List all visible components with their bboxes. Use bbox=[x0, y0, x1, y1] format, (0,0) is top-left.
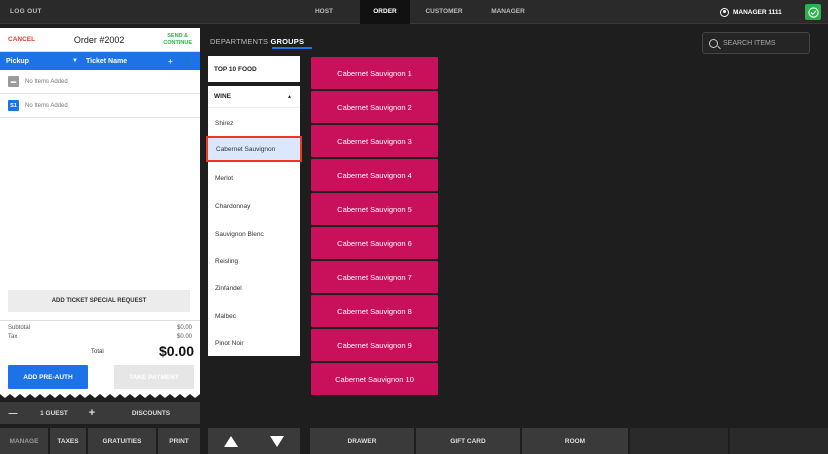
taxes-button[interactable]: TAXES bbox=[50, 428, 86, 454]
gratuities-button[interactable]: GRATUITIES bbox=[88, 428, 156, 454]
arrow-up-icon bbox=[224, 435, 238, 447]
arrow-down-icon bbox=[270, 435, 284, 447]
logout-button[interactable]: LOG OUT bbox=[10, 8, 42, 15]
seat-row[interactable]: ▬ No Items Added bbox=[0, 70, 200, 94]
add-guest-button[interactable]: + bbox=[82, 402, 102, 424]
remove-guest-button[interactable]: — bbox=[0, 402, 26, 424]
plus-icon[interactable]: + bbox=[168, 57, 173, 66]
seat-badge: S1 bbox=[8, 100, 19, 111]
scroll-down-button[interactable] bbox=[254, 428, 300, 454]
seat-status: No Items Added bbox=[25, 78, 68, 85]
wine-item[interactable]: Malbec bbox=[208, 303, 300, 329]
add-user-icon[interactable]: 👤 bbox=[182, 57, 192, 66]
user-name: MANAGER 1111 bbox=[733, 9, 782, 16]
product-button[interactable]: Cabernet Sauvignon 4 bbox=[311, 159, 438, 191]
seat-row[interactable]: S1 No Items Added bbox=[0, 94, 200, 118]
search-placeholder: SEARCH ITEMS bbox=[723, 39, 776, 47]
scroll-up-button[interactable] bbox=[208, 428, 254, 454]
product-button[interactable]: Cabernet Sauvignon 9 bbox=[311, 329, 438, 361]
seat-status: No Items Added bbox=[25, 102, 68, 109]
receipt-edge bbox=[0, 392, 200, 398]
search-field[interactable]: SEARCH ITEMS bbox=[702, 32, 810, 54]
shared-seat-icon: ▬ bbox=[8, 76, 19, 87]
product-button[interactable]: Cabernet Sauvignon 3 bbox=[311, 125, 438, 157]
drawer-button[interactable]: DRAWER bbox=[310, 428, 414, 454]
print-button[interactable]: PRINT bbox=[158, 428, 200, 454]
continue-label: CONTINUE bbox=[163, 39, 192, 46]
check-circle-icon bbox=[807, 6, 819, 18]
order-type-select[interactable]: Pickup bbox=[6, 58, 29, 65]
wine-item-selected[interactable]: Cabernet Sauvignon bbox=[206, 136, 302, 162]
search-icon bbox=[709, 38, 718, 48]
wine-item[interactable]: Sauvignon Blenc bbox=[208, 221, 300, 247]
top-bar: LOG OUT HOST ORDER CUSTOMER MANAGER MANA… bbox=[0, 0, 828, 24]
tab-manager[interactable]: MANAGER bbox=[480, 0, 536, 24]
group-top10[interactable]: TOP 10 FOOD bbox=[208, 56, 300, 82]
take-payment-button[interactable]: TAKE PAYMENT bbox=[114, 365, 194, 389]
product-button[interactable]: Cabernet Sauvignon 10 bbox=[311, 363, 438, 395]
group-wine-label: WINE bbox=[214, 93, 231, 100]
wine-item[interactable]: Pinot Noir bbox=[208, 330, 300, 356]
chevron-down-icon[interactable]: ▼ bbox=[72, 58, 78, 64]
chevron-up-icon: ▲ bbox=[287, 93, 292, 100]
wine-item[interactable]: Merlot bbox=[208, 165, 300, 191]
tab-order[interactable]: ORDER bbox=[360, 0, 410, 24]
product-button[interactable]: Cabernet Sauvignon 5 bbox=[311, 193, 438, 225]
manage-button[interactable]: MANAGE bbox=[0, 428, 48, 454]
subtotal-label: Subtotal bbox=[8, 325, 31, 331]
ticket-header: CANCEL Order #2002 SEND & CONTINUE bbox=[0, 28, 200, 52]
product-button[interactable]: Cabernet Sauvignon 2 bbox=[311, 91, 438, 123]
cancel-button[interactable]: CANCEL bbox=[8, 36, 35, 43]
wine-item[interactable]: Reisling bbox=[208, 248, 300, 274]
order-number: Order #2002 bbox=[73, 34, 125, 45]
ticket-panel: CANCEL Order #2002 SEND & CONTINUE Picku… bbox=[0, 28, 200, 394]
room-button[interactable]: ROOM bbox=[522, 428, 628, 454]
ticket-name-field[interactable]: Ticket Name bbox=[86, 58, 127, 65]
totals-section: Subtotal $0.00 Tax $0.00 Total $0.00 bbox=[0, 320, 200, 361]
add-special-request-button[interactable]: ADD TICKET SPECIAL REQUEST bbox=[8, 290, 190, 312]
wine-item[interactable]: Zinfandel bbox=[208, 275, 300, 301]
group-wine-header[interactable]: WINE ▲ bbox=[208, 86, 300, 108]
product-button[interactable]: Cabernet Sauvignon 8 bbox=[311, 295, 438, 327]
product-button[interactable]: Cabernet Sauvignon 6 bbox=[311, 227, 438, 259]
empty-bar-slot bbox=[630, 428, 728, 454]
guest-count[interactable]: 1 GUEST bbox=[26, 402, 82, 424]
send-continue-button[interactable]: SEND & CONTINUE bbox=[163, 33, 192, 46]
add-pre-auth-button[interactable]: ADD PRE-AUTH bbox=[8, 365, 88, 389]
send-label: SEND & bbox=[167, 33, 189, 39]
tax-label: Tax bbox=[8, 334, 18, 340]
total-label: Total bbox=[91, 349, 104, 355]
wine-item[interactable]: Shirez bbox=[208, 110, 300, 136]
wine-item[interactable]: Chardonnay bbox=[208, 193, 300, 219]
gift-card-button[interactable]: GIFT CARD bbox=[416, 428, 520, 454]
discounts-button[interactable]: DISCOUNTS bbox=[102, 402, 200, 424]
group-wine-list: WINE ▲ Shirez Cabernet Sauvignon Merlot … bbox=[206, 86, 302, 356]
menu-tabs: DEPARTMENTS GROUPS bbox=[210, 37, 304, 46]
empty-bar-slot bbox=[730, 428, 828, 454]
user-icon bbox=[720, 8, 729, 17]
product-button[interactable]: Cabernet Sauvignon 1 bbox=[311, 57, 438, 89]
active-tab-indicator bbox=[272, 47, 312, 49]
total-value: $0.00 bbox=[158, 343, 194, 359]
ticket-info-bar: Pickup ▼ Ticket Name + 👤 bbox=[0, 52, 200, 70]
subtotal-value: $0.00 bbox=[176, 325, 192, 331]
product-button[interactable]: Cabernet Sauvignon 7 bbox=[311, 261, 438, 293]
tax-value: $0.00 bbox=[176, 334, 192, 340]
user-menu[interactable]: MANAGER 1111 bbox=[720, 8, 782, 17]
confirm-button[interactable] bbox=[805, 4, 821, 20]
tab-customer[interactable]: CUSTOMER bbox=[416, 0, 472, 24]
tab-host[interactable]: HOST bbox=[304, 0, 344, 24]
tab-groups[interactable]: GROUPS bbox=[270, 37, 304, 46]
tab-departments[interactable]: DEPARTMENTS bbox=[210, 37, 268, 46]
